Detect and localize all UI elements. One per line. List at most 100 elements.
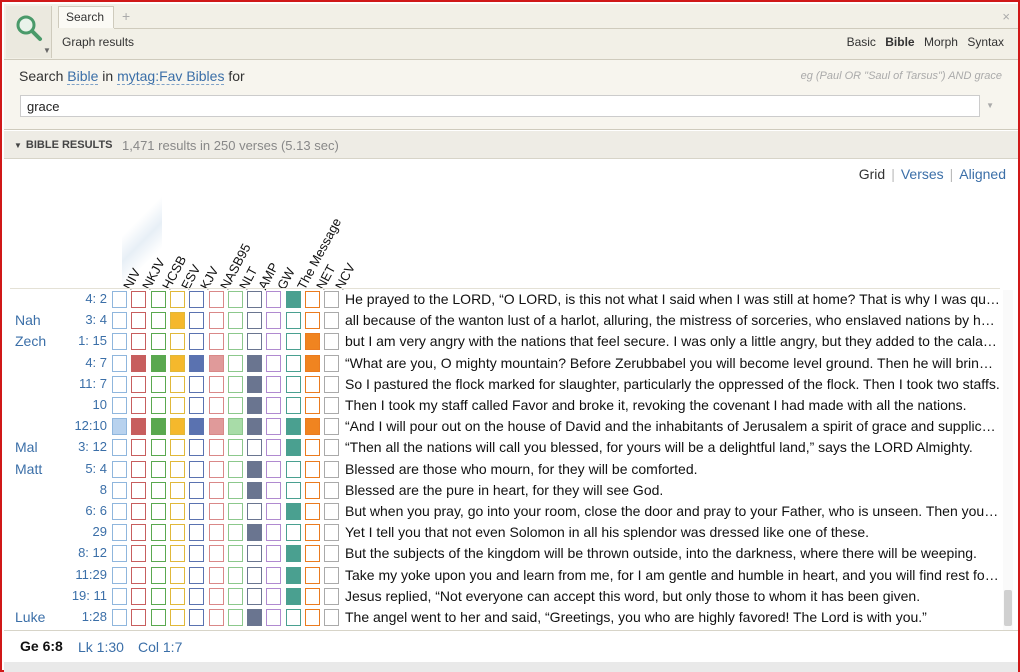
scope-selector[interactable]: Bible (67, 68, 99, 85)
grid-cell[interactable] (131, 609, 147, 626)
grid-cell[interactable] (247, 291, 263, 308)
grid-cell[interactable] (208, 503, 224, 520)
grid-cell[interactable] (169, 291, 185, 308)
grid-cell[interactable] (112, 481, 127, 499)
grid-cell[interactable] (247, 503, 263, 520)
grid-cell[interactable] (285, 566, 301, 584)
grid-cell[interactable] (208, 545, 224, 563)
verse-text[interactable]: Then I took my staff called Favor and br… (345, 397, 1000, 413)
grid-cell[interactable] (112, 524, 127, 542)
verse-reference[interactable]: 29 (62, 524, 107, 539)
grid-cell[interactable] (189, 524, 205, 542)
grid-cell[interactable] (266, 439, 282, 457)
table-row[interactable]: 4: 2 He prayed to the LORD, “O LORD, is t… (2, 289, 1002, 310)
grid-cell[interactable] (247, 312, 263, 330)
verse-text[interactable]: Jesus replied, “Not everyone can accept … (345, 588, 1000, 604)
grid-cell[interactable] (305, 375, 320, 393)
grid-cell[interactable] (112, 545, 127, 563)
grid-cell[interactable] (305, 545, 320, 563)
grid-cell[interactable] (169, 333, 185, 351)
grid-cell[interactable] (131, 333, 147, 351)
grid-cell[interactable] (169, 587, 185, 605)
grid-cell[interactable] (324, 545, 340, 563)
grid-cell[interactable] (305, 481, 320, 499)
view-aligned[interactable]: Aligned (959, 166, 1006, 182)
grid-cell[interactable] (169, 566, 185, 584)
reference-link[interactable]: Lk 1:30 (78, 639, 124, 655)
grid-cell[interactable] (324, 609, 340, 626)
grid-cell[interactable] (266, 545, 282, 563)
table-row[interactable]: 12:10 “And I will pour out on the house … (2, 416, 1002, 437)
verse-reference[interactable]: 4: 2 (62, 291, 107, 306)
grid-cell[interactable] (208, 481, 224, 499)
grid-cell[interactable] (150, 333, 166, 351)
grid-cell[interactable] (112, 354, 127, 372)
grid-cell[interactable] (324, 333, 340, 351)
grid-cell[interactable] (150, 609, 166, 626)
results-toggle[interactable]: ▼ BIBLE RESULTS (14, 139, 113, 151)
verse-reference[interactable]: 8: 12 (62, 545, 107, 560)
grid-cell[interactable] (305, 312, 320, 330)
grid-cell[interactable] (169, 524, 185, 542)
grid-cell[interactable] (285, 397, 301, 414)
grid-cell[interactable] (324, 291, 340, 308)
grid-cell[interactable] (324, 460, 340, 478)
verse-reference[interactable]: 6: 6 (62, 503, 107, 518)
verse-text[interactable]: Yet I tell you that not even Solomon in … (345, 524, 1000, 540)
new-tab-button[interactable]: + (122, 8, 130, 24)
grid-cell[interactable] (324, 418, 340, 436)
grid-cell[interactable] (324, 312, 340, 330)
grid-cell[interactable] (227, 418, 243, 436)
grid-cell[interactable] (189, 587, 205, 605)
grid-cell[interactable] (112, 566, 127, 584)
grid-cell[interactable] (285, 375, 301, 393)
grid-cell[interactable] (112, 291, 127, 308)
verse-reference[interactable]: 10 (62, 397, 107, 412)
grid-cell[interactable] (227, 397, 243, 414)
grid-cell[interactable] (305, 503, 320, 520)
grid-cell[interactable] (208, 609, 224, 626)
grid-cell[interactable] (247, 439, 263, 457)
table-row[interactable]: Matt 5: 4 Blessed are those who mourn, for… (2, 459, 1002, 480)
verse-reference[interactable]: 4: 7 (62, 355, 107, 370)
grid-cell[interactable] (227, 439, 243, 457)
grid-cell[interactable] (305, 418, 320, 436)
table-row[interactable]: 11:29 Take my yoke upon you and learn fro… (2, 565, 1002, 586)
grid-cell[interactable] (305, 439, 320, 457)
book-name[interactable]: Nah (15, 312, 41, 328)
grid-cell[interactable] (247, 418, 263, 436)
grid-cell[interactable] (131, 587, 147, 605)
grid-cell[interactable] (189, 460, 205, 478)
grid-cell[interactable] (266, 333, 282, 351)
grid-cell[interactable] (247, 545, 263, 563)
book-name[interactable]: Matt (15, 461, 42, 477)
grid-cell[interactable] (169, 354, 185, 372)
grid-cell[interactable] (131, 418, 147, 436)
grid-cell[interactable] (247, 609, 263, 626)
grid-cell[interactable] (189, 354, 205, 372)
verse-reference[interactable]: 19: 11 (62, 588, 107, 603)
grid-cell[interactable] (266, 460, 282, 478)
column-header[interactable]: HCSB (159, 253, 189, 292)
grid-cell[interactable] (208, 291, 224, 308)
grid-cell[interactable] (131, 439, 147, 457)
grid-cell[interactable] (285, 503, 301, 520)
book-name[interactable]: Zech (15, 333, 46, 349)
grid-cell[interactable] (227, 354, 243, 372)
verse-text[interactable]: Take my yoke upon you and learn from me,… (345, 567, 1000, 583)
grid-cell[interactable] (247, 354, 263, 372)
verse-text[interactable]: But when you pray, go into your room, cl… (345, 503, 1000, 519)
grid-cell[interactable] (150, 545, 166, 563)
grid-cell[interactable] (227, 587, 243, 605)
grid-cell[interactable] (305, 291, 320, 308)
mode-basic[interactable]: Basic (847, 35, 876, 49)
grid-cell[interactable] (227, 333, 243, 351)
grid-cell[interactable] (285, 333, 301, 351)
grid-cell[interactable] (169, 375, 185, 393)
grid-cell[interactable] (227, 545, 243, 563)
collection-selector[interactable]: mytag:Fav Bibles (117, 68, 225, 85)
grid-cell[interactable] (189, 291, 205, 308)
grid-cell[interactable] (305, 354, 320, 372)
grid-cell[interactable] (189, 333, 205, 351)
grid-cell[interactable] (208, 587, 224, 605)
